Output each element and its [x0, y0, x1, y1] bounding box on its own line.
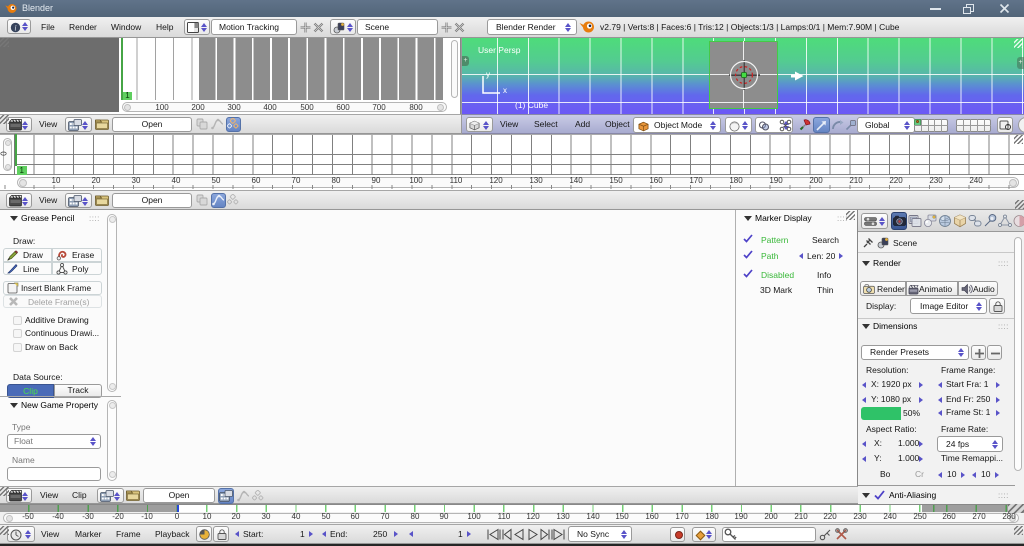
svg-text:i: i: [14, 23, 16, 32]
svg-text:x: x: [503, 86, 507, 95]
svg-text:y: y: [486, 70, 490, 79]
